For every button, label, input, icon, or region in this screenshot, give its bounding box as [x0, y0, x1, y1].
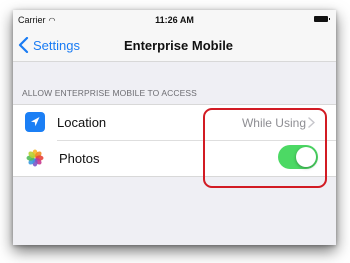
- photos-flower-icon: [25, 148, 45, 168]
- section-header: ALLOW ENTERPRISE MOBILE TO ACCESS: [22, 88, 197, 98]
- battery-icon: [314, 16, 330, 22]
- page-title: Enterprise Mobile: [123, 38, 234, 53]
- location-arrow-icon: [25, 112, 45, 132]
- status-time: 11:26 AM: [155, 15, 194, 25]
- photos-label: Photos: [59, 151, 100, 166]
- highlight-annotation: [203, 108, 327, 188]
- status-bar: Carrier ◠ 11:26 AM: [13, 10, 336, 30]
- screenshot-frame: Carrier ◠ 11:26 AM Settings Enterprise M…: [13, 10, 336, 245]
- navigation-bar: Settings Enterprise Mobile: [13, 30, 336, 62]
- location-label: Location: [57, 115, 107, 130]
